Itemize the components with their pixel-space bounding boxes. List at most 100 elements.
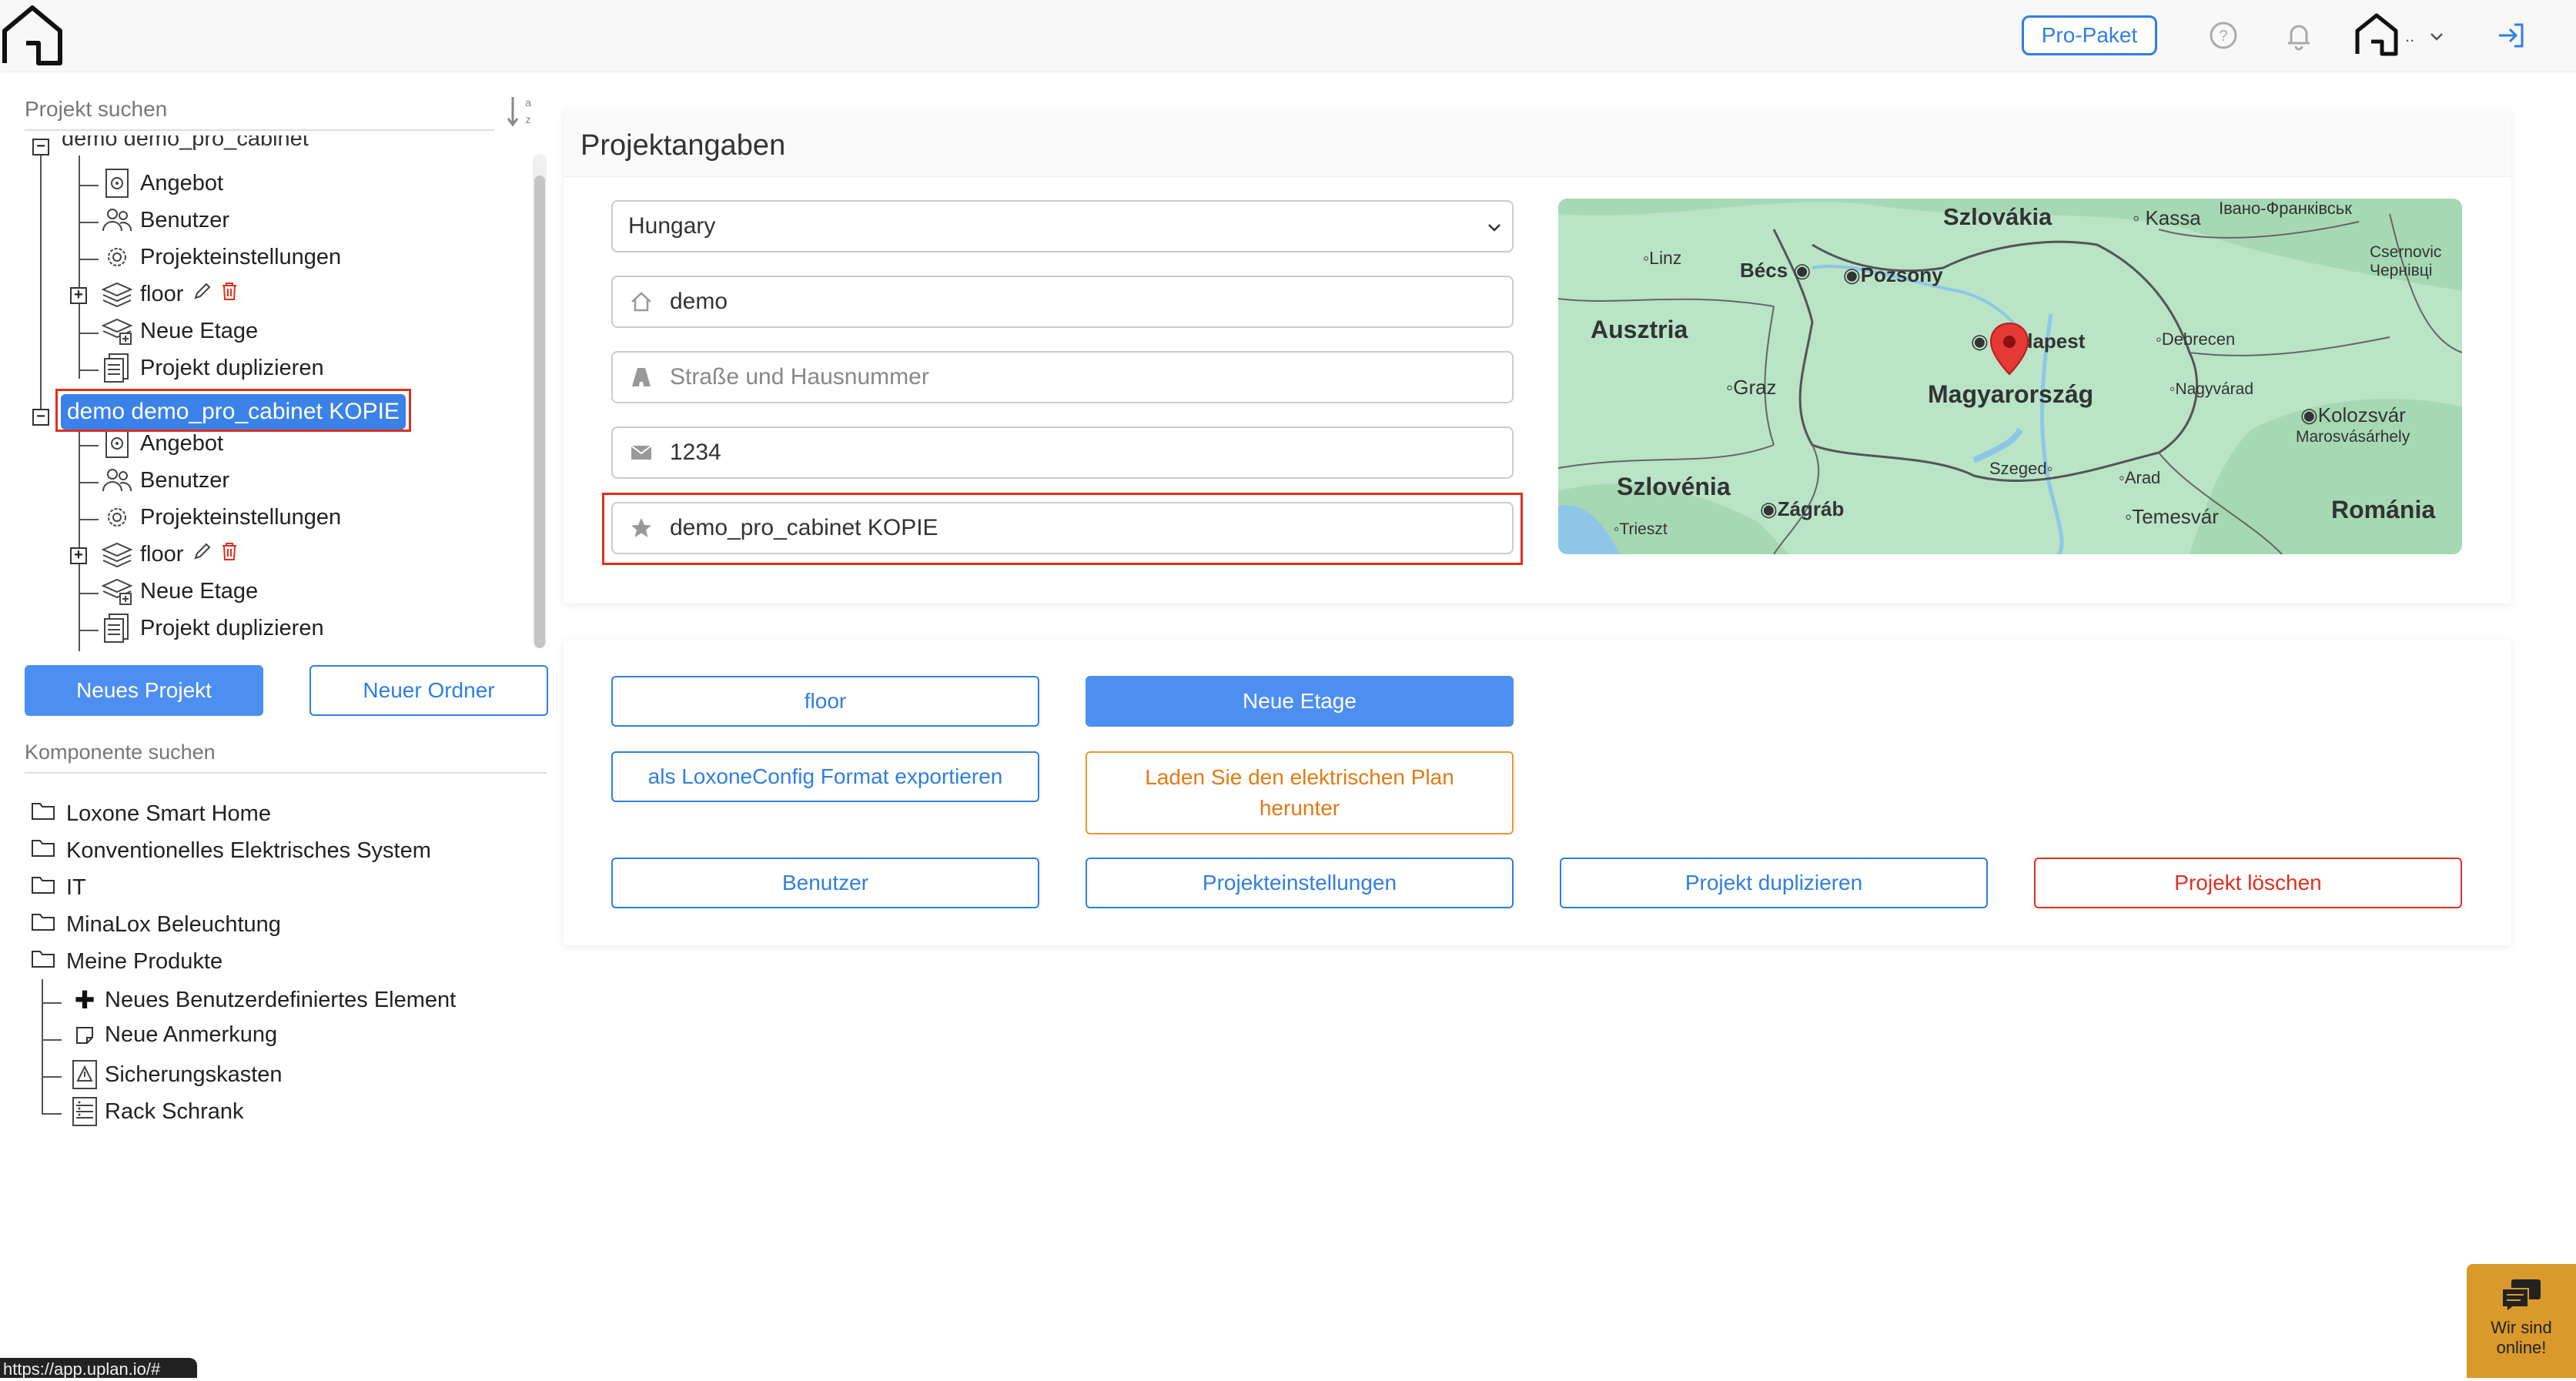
layers-icon	[102, 279, 132, 309]
pencil-icon[interactable]	[192, 541, 212, 567]
floor-button[interactable]: floor	[611, 676, 1039, 727]
top-bar: Pro-Paket ? ..	[0, 0, 2576, 72]
street-field[interactable]: Straße und Hausnummer	[611, 351, 1514, 403]
tree-root-selected[interactable]: demo demo_pro_cabinet KOPIE	[55, 389, 411, 432]
tree-item-new-floor[interactable]: Neue Etage	[102, 316, 258, 346]
pencil-icon[interactable]	[192, 281, 212, 307]
add-layer-icon	[102, 576, 132, 607]
pro-package-button[interactable]: Pro-Paket	[2022, 15, 2157, 55]
collapse-toggle[interactable]: −	[32, 139, 49, 155]
gear-icon	[102, 502, 132, 533]
project-name-field[interactable]: demo_pro_cabinet KOPIE	[611, 502, 1514, 554]
gear-icon	[102, 242, 132, 273]
new-project-button[interactable]: Neues Projekt	[25, 665, 263, 716]
component-folder[interactable]: Loxone Smart Home	[31, 801, 271, 827]
map-label: ◦Debrecen	[2156, 329, 2236, 349]
home-icon	[628, 289, 654, 315]
my-product-item[interactable]: Rack Schrank	[69, 1096, 244, 1127]
tree-scrollbar-thumb[interactable]	[534, 176, 545, 648]
chat-bubble-icon	[2501, 1279, 2541, 1313]
users-button[interactable]: Benutzer	[611, 858, 1039, 908]
new-folder-button[interactable]: Neuer Ordner	[309, 665, 548, 716]
export-loxone-button[interactable]: als LoxoneConfig Format exportieren	[611, 751, 1039, 802]
chat-widget[interactable]: Wir sind online!	[2467, 1264, 2576, 1378]
my-product-item[interactable]: ✚ Neues Benutzerdefiniertes Element	[69, 985, 457, 1015]
component-folder[interactable]: IT	[31, 874, 86, 901]
tree-item-floor[interactable]: floor	[102, 279, 239, 309]
chevron-down-icon	[1488, 224, 1500, 232]
delete-project-button[interactable]: Projekt löschen	[2034, 858, 2462, 908]
trash-icon[interactable]	[220, 541, 239, 567]
help-icon[interactable]: ?	[2205, 17, 2242, 54]
collapse-toggle[interactable]: −	[32, 409, 49, 426]
new-floor-button[interactable]: Neue Etage	[1086, 676, 1514, 727]
duplicate-project-button[interactable]: Projekt duplizieren	[1560, 858, 1988, 908]
city-field[interactable]: demo	[611, 276, 1514, 328]
users-icon	[102, 465, 132, 496]
trash-icon[interactable]	[220, 281, 239, 307]
tree-connector	[42, 979, 43, 1115]
map-label: Csernovic Чернівці	[2370, 243, 2442, 279]
my-product-item[interactable]: Sicherungskasten	[69, 1059, 283, 1090]
users-icon	[102, 205, 132, 236]
user-menu-dots: ..	[2405, 26, 2415, 45]
project-settings-button[interactable]: Projekteinstellungen	[1086, 858, 1514, 908]
home-logo-icon[interactable]	[0, 3, 65, 68]
tree-item-offer[interactable]: Angebot	[102, 428, 223, 459]
plus-icon: ✚	[74, 986, 95, 1014]
my-product-item[interactable]: Neue Anmerkung	[69, 1022, 277, 1048]
user-home-icon[interactable]	[2353, 11, 2400, 59]
map-label: ◦Nagyvárad	[2170, 380, 2254, 398]
expand-toggle[interactable]: +	[70, 287, 87, 304]
chat-line-1: Wir sind	[2491, 1318, 2552, 1337]
tree-connector	[42, 1002, 62, 1004]
country-select[interactable]: Hungary	[611, 200, 1514, 252]
map-label: ◦Trieszt	[1614, 520, 1668, 538]
map-pin-icon[interactable]	[1989, 322, 2029, 376]
tree-connector	[79, 155, 80, 379]
tree-item-new-floor[interactable]: Neue Etage	[102, 576, 258, 607]
tree-item-users[interactable]: Benutzer	[102, 465, 229, 496]
folder-icon	[31, 801, 55, 827]
tree-item-offer[interactable]: Angebot	[102, 168, 223, 199]
sort-alpha-icon[interactable]: a z	[503, 92, 534, 131]
folder-icon	[31, 838, 55, 864]
tree-item-duplicate[interactable]: Projekt duplizieren	[102, 613, 324, 644]
tree-connector	[79, 259, 99, 260]
tree-item-floor[interactable]: floor	[102, 539, 239, 570]
map-label: ◦Temesvár	[2125, 505, 2219, 528]
offer-gear-doc-icon	[102, 168, 132, 199]
tree-item-settings[interactable]: Projekteinstellungen	[102, 502, 341, 533]
component-search-input[interactable]: Komponente suchen	[25, 741, 547, 774]
bell-icon[interactable]	[2280, 17, 2317, 54]
component-folder[interactable]: Meine Produkte	[31, 948, 222, 975]
expand-toggle[interactable]: +	[70, 547, 87, 564]
tree-connector	[79, 482, 99, 483]
component-folder[interactable]: MinaLox Beleuchtung	[31, 911, 281, 938]
chevron-down-icon[interactable]	[2428, 28, 2445, 45]
road-icon	[628, 364, 654, 390]
tree-connector	[79, 519, 99, 520]
svg-text:z: z	[526, 113, 531, 125]
tree-item-users[interactable]: Benutzer	[102, 205, 229, 236]
logout-icon[interactable]	[2493, 17, 2530, 54]
fuse-box-icon	[69, 1059, 100, 1090]
note-icon	[69, 1025, 100, 1045]
add-layer-icon	[102, 316, 132, 346]
map-label: ◦ Kassa	[2133, 206, 2201, 229]
project-search-input[interactable]: Projekt suchen	[25, 97, 494, 131]
tree-item-duplicate[interactable]: Projekt duplizieren	[102, 353, 324, 383]
zip-field[interactable]: 1234	[611, 426, 1514, 479]
location-map[interactable]: Szlovákia ◦ Kassa Івано-Франківськ ◦Linz…	[1558, 199, 2462, 554]
tree-connector	[79, 630, 99, 631]
component-folder[interactable]: Konventionelles Elektrisches System	[31, 838, 431, 864]
status-url: https://app.uplan.io/#	[0, 1358, 197, 1379]
tree-root-partial[interactable]: demo demo_pro_cabinet	[62, 135, 309, 152]
map-label: ◦Linz	[1643, 248, 1682, 268]
map-label: ◦Arad	[2119, 468, 2161, 487]
star-icon	[628, 515, 654, 541]
map-label: Івано-Франківськ	[2219, 199, 2352, 218]
tree-item-settings[interactable]: Projekteinstellungen	[102, 242, 341, 273]
download-plan-button[interactable]: Laden Sie den elektrischen Plan herunter	[1086, 751, 1514, 834]
duplicate-doc-icon	[102, 353, 132, 383]
